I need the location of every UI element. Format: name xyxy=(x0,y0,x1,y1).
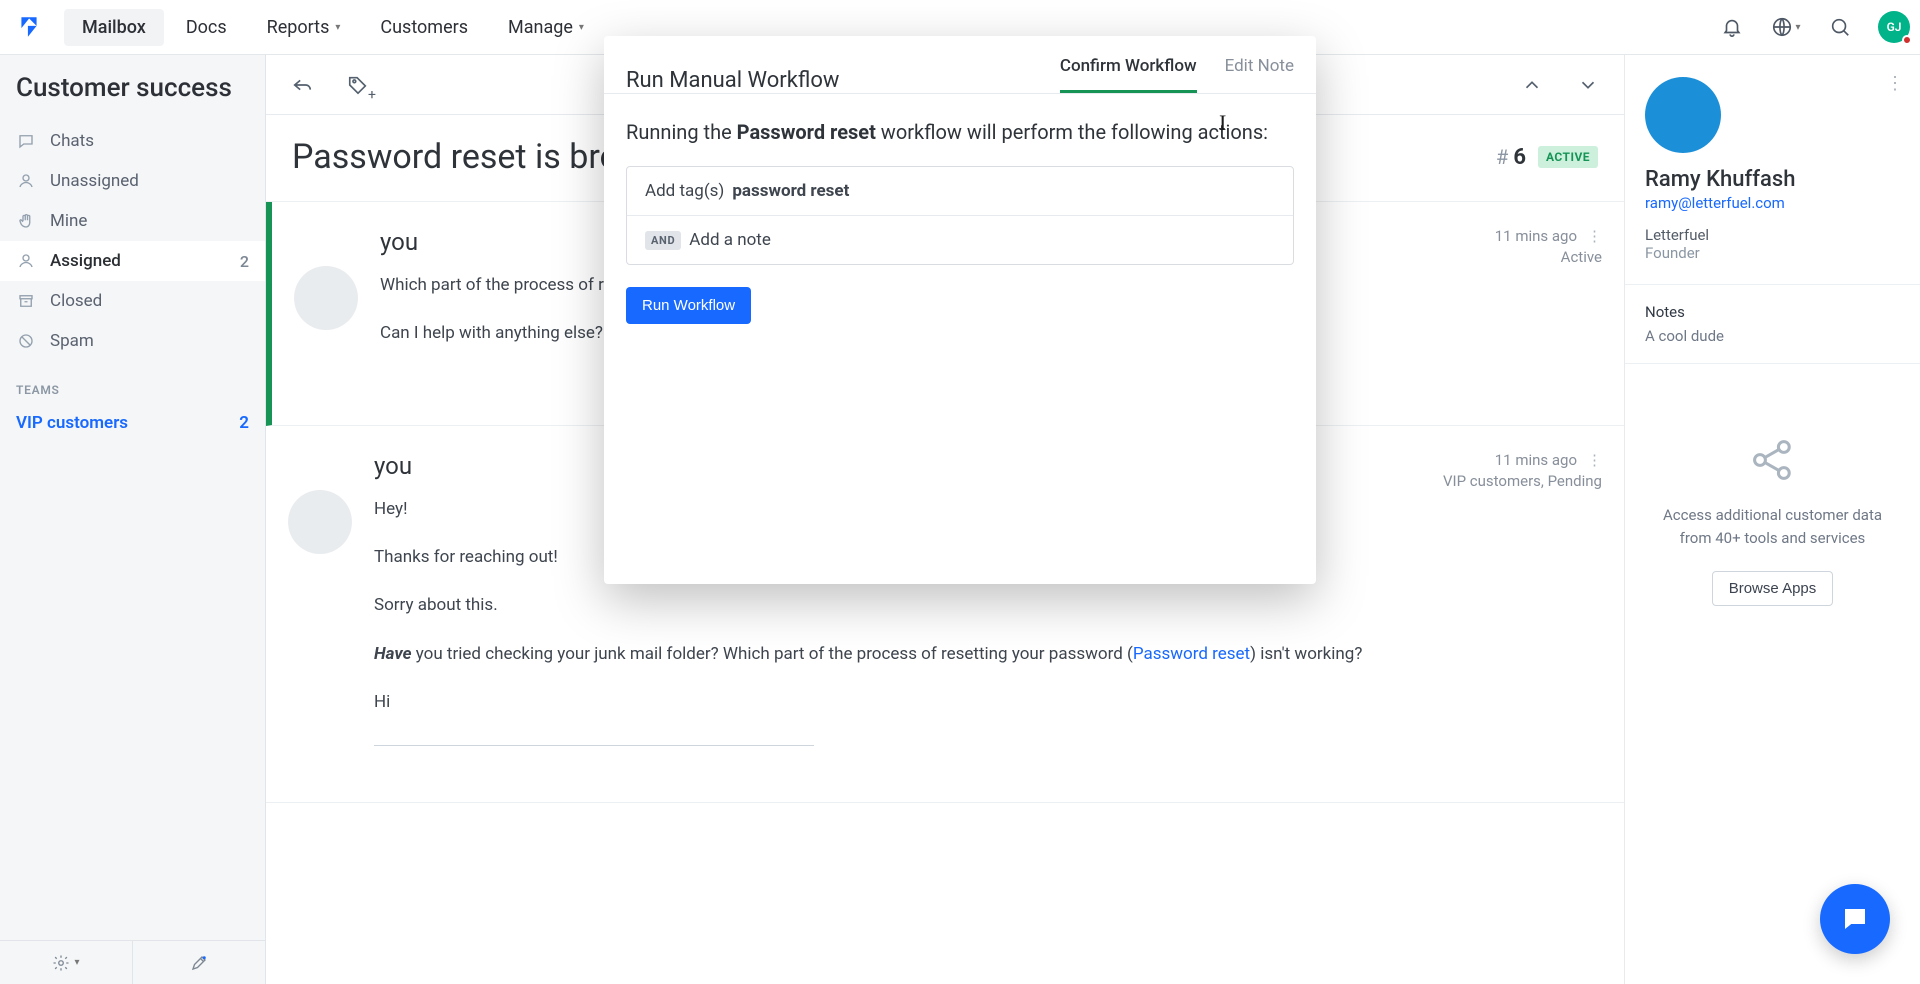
tab-edit-note[interactable]: Edit Note xyxy=(1225,56,1294,93)
modal-header: Run Manual Workflow Confirm Workflow Edi… xyxy=(604,36,1316,93)
modal-title: Run Manual Workflow xyxy=(626,68,839,93)
workflow-action-row: AND Add a note xyxy=(627,215,1293,264)
run-workflow-modal: Run Manual Workflow Confirm Workflow Edi… xyxy=(604,36,1316,584)
tab-confirm-workflow[interactable]: Confirm Workflow xyxy=(1060,56,1197,93)
workflow-actions-list: Add tag(s) password reset AND Add a note xyxy=(626,166,1294,265)
and-badge: AND xyxy=(645,231,681,250)
modal-body: Running the Password reset workflow will… xyxy=(604,94,1316,265)
workflow-action-row: Add tag(s) password reset xyxy=(627,167,1293,215)
modal-overlay: Run Manual Workflow Confirm Workflow Edi… xyxy=(0,0,1920,984)
run-workflow-button[interactable]: Run Workflow xyxy=(626,287,751,324)
workflow-description: Running the Password reset workflow will… xyxy=(626,120,1294,144)
